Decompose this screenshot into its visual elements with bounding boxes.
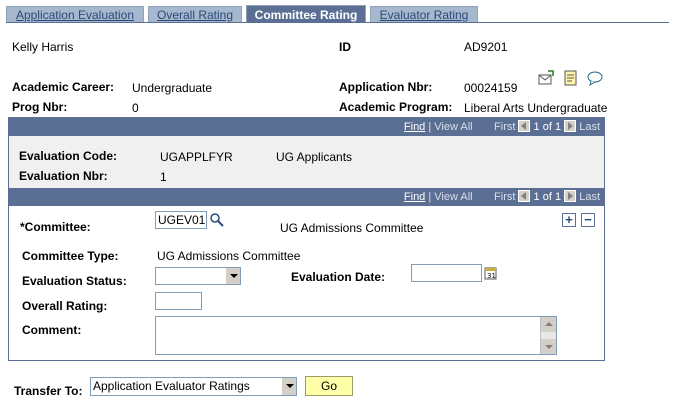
tab-divider: [6, 22, 669, 23]
overall-rating-label: Overall Rating:: [22, 299, 108, 313]
application-nbr-label: Application Nbr:: [339, 80, 433, 94]
evaluation-nav-bar: Find | View All First 1 of 1 Last: [9, 118, 604, 136]
notes-icon[interactable]: [563, 70, 579, 86]
comment-label: Comment:: [22, 323, 82, 337]
student-name: Kelly Harris: [12, 40, 74, 54]
svg-text:31: 31: [487, 272, 496, 280]
evaluation-code-description: UG Applicants: [276, 150, 353, 164]
delete-row-button[interactable]: −: [581, 213, 595, 227]
committee-view-all-link[interactable]: View All: [434, 191, 472, 203]
search-icon[interactable]: [209, 212, 225, 228]
previous-arrow-icon[interactable]: [518, 120, 531, 132]
committee-find-link[interactable]: Find: [404, 191, 425, 203]
evaluation-code-label: Evaluation Code:: [19, 149, 118, 163]
evaluation-status-select[interactable]: [155, 267, 241, 285]
comment-textarea[interactable]: [155, 316, 557, 355]
comments-icon[interactable]: [587, 70, 603, 87]
id-label: ID: [339, 40, 351, 54]
chevron-down-icon[interactable]: [225, 268, 240, 284]
committee-type-value: UG Admissions Committee: [157, 249, 301, 263]
committee-first-label: First: [494, 191, 516, 203]
committee-description: UG Admissions Committee: [280, 221, 424, 235]
view-all-link[interactable]: View All: [434, 121, 472, 133]
calendar-icon[interactable]: 31: [484, 266, 498, 280]
evaluation-nbr-value: 1: [160, 170, 167, 184]
notify-icon[interactable]: [538, 70, 554, 86]
tab-committee-rating[interactable]: Committee Rating: [246, 5, 366, 23]
academic-program-label: Academic Program:: [339, 100, 453, 114]
tab-application-evaluation[interactable]: Application Evaluation: [6, 6, 144, 22]
transfer-to-label: Transfer To:: [14, 384, 83, 398]
application-nbr-value: 00024159: [464, 81, 518, 95]
committee-previous-arrow-icon[interactable]: [518, 190, 531, 202]
academic-career-value: Undergraduate: [132, 81, 213, 95]
prog-nbr-value: 0: [132, 101, 139, 115]
committee-input[interactable]: UGEV01: [155, 211, 207, 229]
scroll-down-icon[interactable]: [541, 339, 556, 354]
committee-type-label: Committee Type:: [22, 249, 119, 263]
comment-scrollbar[interactable]: [540, 317, 556, 354]
go-button[interactable]: Go: [305, 376, 353, 396]
add-row-button[interactable]: +: [562, 213, 576, 227]
evaluation-nbr-label: Evaluation Nbr:: [19, 169, 108, 183]
first-label: First: [494, 121, 516, 133]
row-count: 1 of 1: [533, 121, 562, 133]
prog-nbr-label: Prog Nbr:: [12, 100, 68, 114]
committee-next-arrow-icon[interactable]: [564, 190, 577, 202]
committee-row-count: 1 of 1: [533, 191, 562, 203]
scroll-up-icon[interactable]: [541, 317, 556, 332]
overall-rating-input[interactable]: [155, 292, 202, 310]
committee-nav-bar: Find | View All First 1 of 1 Last: [9, 188, 604, 206]
find-link[interactable]: Find: [404, 121, 425, 133]
academic-career-label: Academic Career:: [12, 80, 115, 94]
id-value: AD9201: [464, 40, 508, 54]
evaluation-date-label: Evaluation Date:: [291, 270, 386, 284]
evaluation-date-input[interactable]: [411, 264, 482, 282]
transfer-chevron-down-icon[interactable]: [281, 378, 296, 395]
transfer-to-select[interactable]: Application Evaluator Ratings: [90, 377, 297, 396]
academic-program-value: Liberal Arts Undergraduate: [464, 101, 608, 115]
tab-evaluator-rating[interactable]: Evaluator Rating: [370, 6, 478, 22]
evaluation-code-value: UGAPPLFYR: [160, 150, 233, 164]
committee-label: *Committee:: [20, 220, 91, 234]
committee-last-label: Last: [579, 191, 600, 203]
evaluation-status-label: Evaluation Status:: [22, 274, 127, 288]
last-label: Last: [579, 121, 600, 133]
next-arrow-icon[interactable]: [564, 120, 577, 132]
transfer-to-value: Application Evaluator Ratings: [93, 379, 250, 393]
tab-overall-rating[interactable]: Overall Rating: [148, 6, 242, 22]
